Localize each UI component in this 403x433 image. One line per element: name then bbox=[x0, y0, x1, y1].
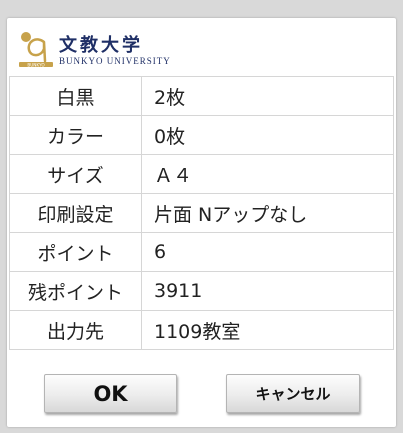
university-name-roman: BUNKYO UNIVERSITY bbox=[59, 56, 171, 66]
row-label-print-settings: 印刷設定 bbox=[9, 193, 142, 233]
row-label-output-destination: 出力先 bbox=[9, 310, 142, 350]
print-info-table: 白黒 2枚 カラー 0枚 サイズ Ａ４ 印刷設定 片面 Nアップなし ポイント … bbox=[9, 76, 394, 350]
table-row: 出力先 1109教室 bbox=[9, 310, 394, 350]
emblem-text: BUNKYO bbox=[27, 62, 45, 67]
university-emblem-icon: BUNKYO bbox=[19, 32, 53, 67]
print-confirm-dialog: BUNKYO 文教大学 BUNKYO UNIVERSITY 白黒 2枚 カラー … bbox=[7, 18, 396, 427]
bunkyo-university-logo: BUNKYO 文教大学 BUNKYO UNIVERSITY bbox=[17, 29, 170, 69]
row-value-size: Ａ４ bbox=[141, 154, 394, 194]
row-value-print-settings: 片面 Nアップなし bbox=[141, 193, 394, 233]
table-row: ポイント 6 bbox=[9, 232, 394, 272]
row-value-remaining-points: 3911 bbox=[141, 271, 394, 311]
row-value-points: 6 bbox=[141, 232, 394, 272]
row-label-remaining-points: 残ポイント bbox=[9, 271, 142, 311]
table-row: カラー 0枚 bbox=[9, 115, 394, 155]
table-row: 残ポイント 3911 bbox=[9, 271, 394, 311]
ok-button[interactable]: OK bbox=[44, 374, 177, 413]
table-row: 白黒 2枚 bbox=[9, 76, 394, 116]
row-label-monochrome: 白黒 bbox=[9, 76, 142, 116]
row-value-output-destination: 1109教室 bbox=[141, 310, 394, 350]
cancel-button[interactable]: キャンセル bbox=[226, 374, 360, 413]
row-label-color: カラー bbox=[9, 115, 142, 155]
table-row: サイズ Ａ４ bbox=[9, 154, 394, 194]
row-label-size: サイズ bbox=[9, 154, 142, 194]
row-value-color: 0枚 bbox=[141, 115, 394, 155]
row-label-points: ポイント bbox=[9, 232, 142, 272]
university-name-kanji: 文教大学 bbox=[59, 35, 143, 56]
table-row: 印刷設定 片面 Nアップなし bbox=[9, 193, 394, 233]
row-value-monochrome: 2枚 bbox=[141, 76, 394, 116]
